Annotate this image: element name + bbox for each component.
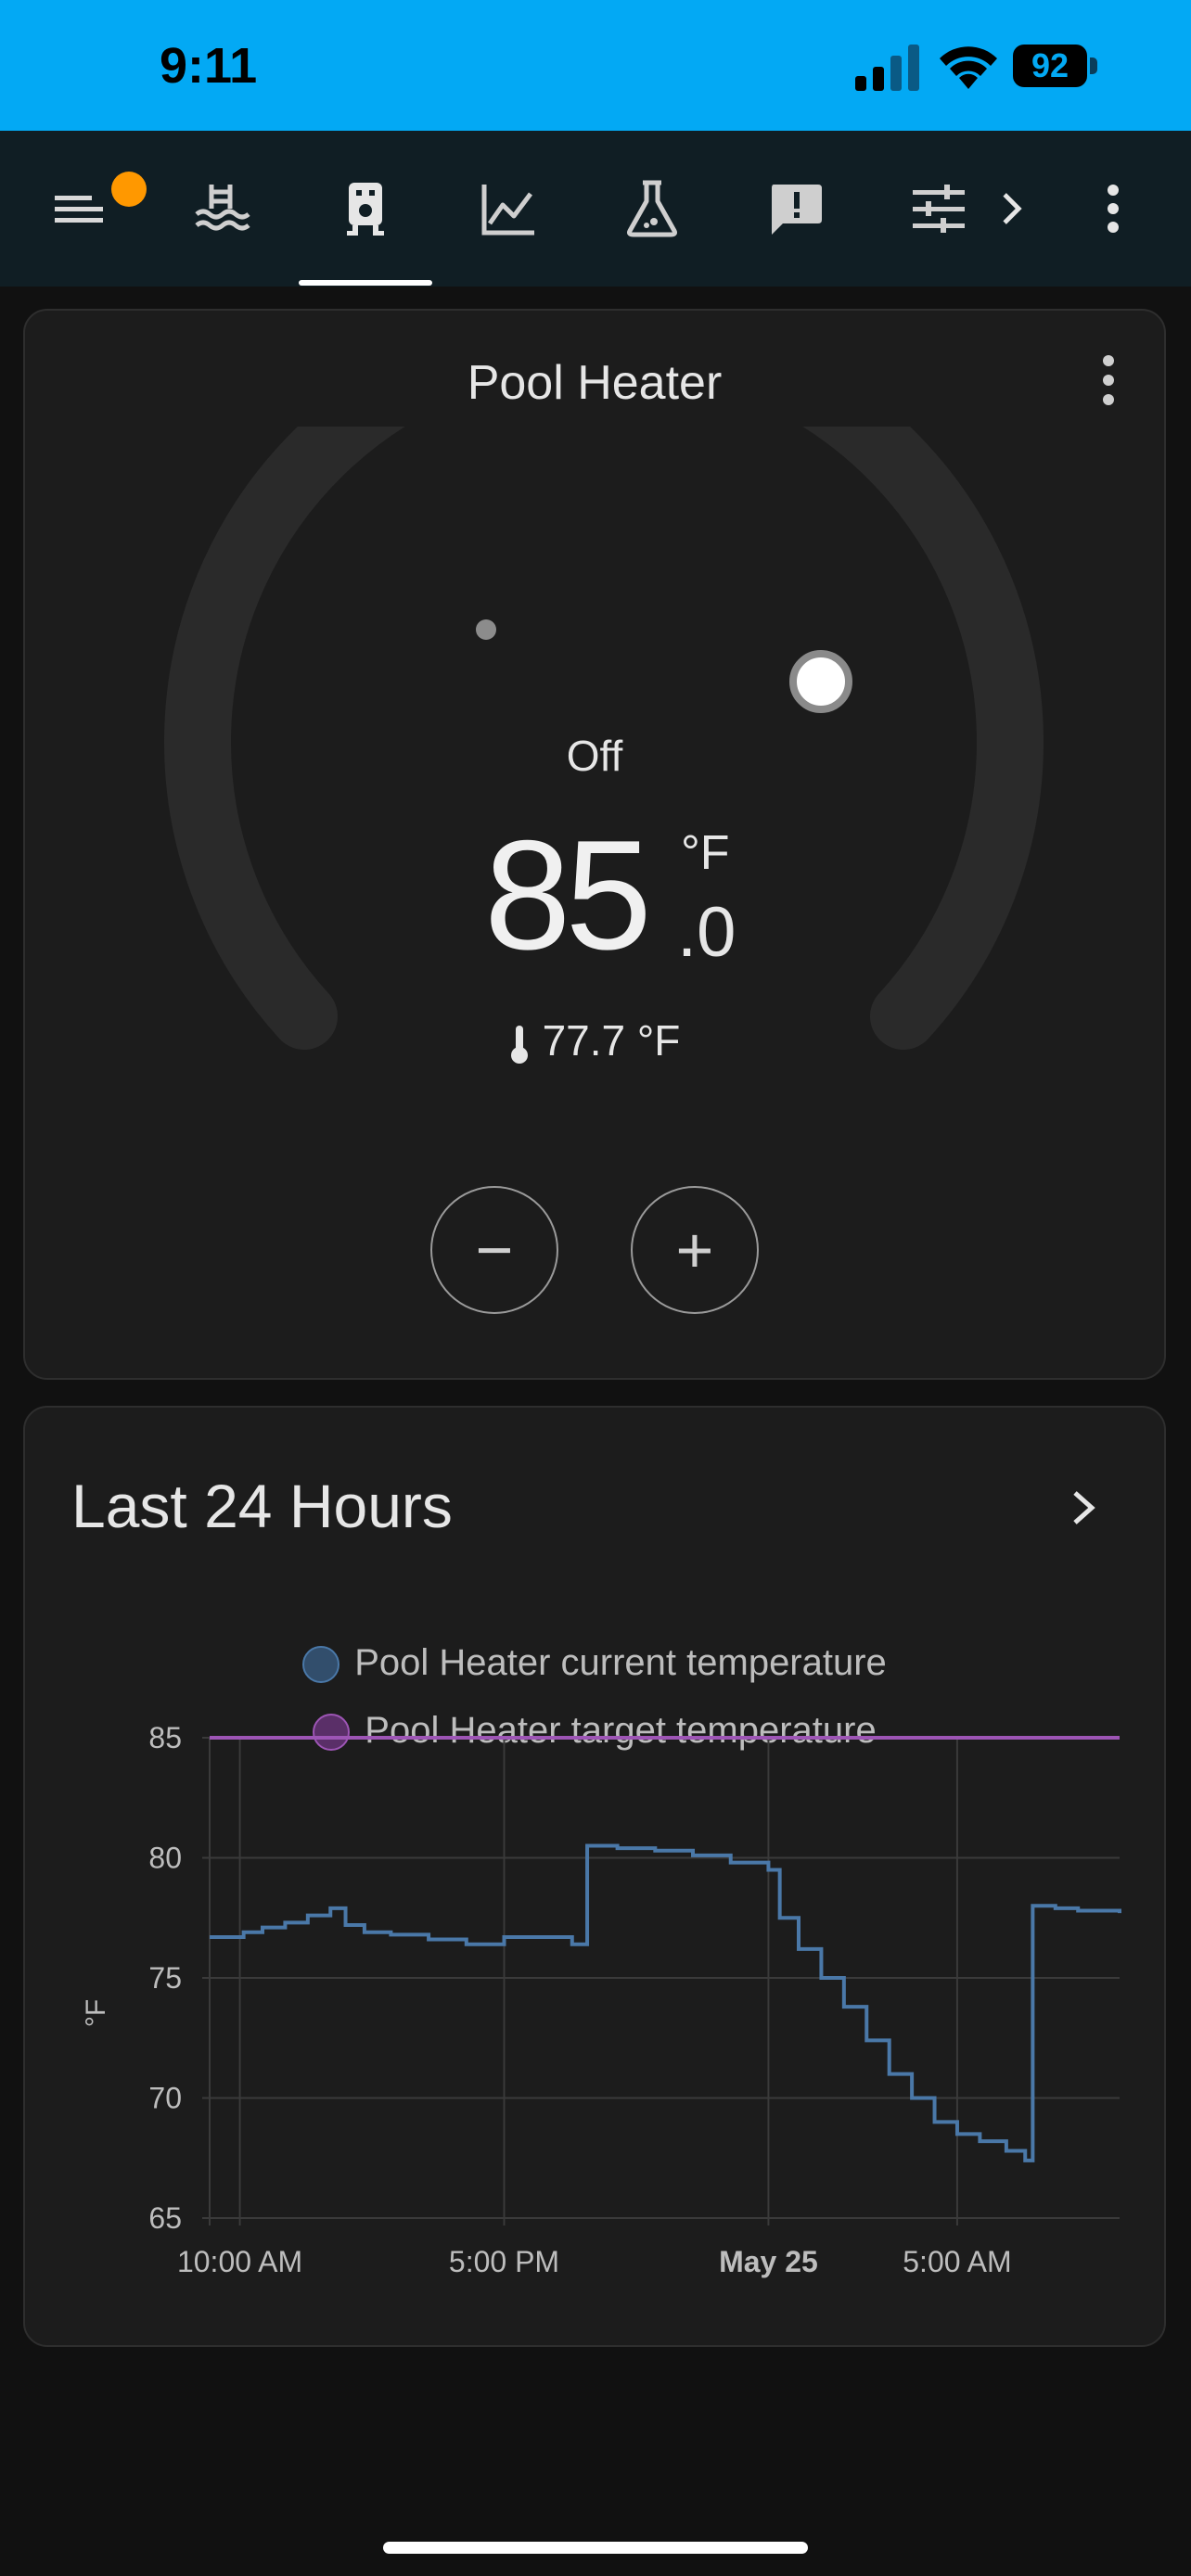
more-dot [1103,394,1114,405]
increase-temperature-button[interactable]: + [631,1186,759,1314]
status-time: 9:11 [160,38,258,94]
tab-history[interactable] [457,131,559,287]
y-tick-label: 65 [148,2201,182,2235]
thermostat-card: Pool Heater Off 85 °F .0 77.7 °F − + [23,309,1166,1380]
overflow-menu-button[interactable] [1062,131,1164,287]
tab-pool[interactable] [172,131,274,287]
minus-icon: − [475,1214,514,1286]
decrease-temperature-button[interactable]: − [430,1186,558,1314]
battery-tip [1090,57,1097,74]
target-temperature: 85 °F .0 [484,816,762,974]
hvac-mode: Off [566,732,623,780]
tab-alerts[interactable] [745,131,847,287]
alert-icon [772,185,822,235]
y-tick-label: 70 [148,2082,182,2115]
scroll-tabs-right-button[interactable] [969,131,1053,287]
tab-chemistry[interactable] [601,131,703,287]
pool-icon [195,185,250,231]
target-decimal: .0 [677,893,736,972]
x-tick-label: May 25 [719,2245,818,2278]
plus-icon: + [675,1214,714,1286]
active-tab-indicator [299,280,432,286]
status-bar: 9:11 92 [0,0,1191,131]
y-tick-label: 80 [148,1842,182,1875]
history-card: Last 24 Hours Pool Heater current temper… [23,1406,1166,2347]
cellular-signal-icon [855,45,919,91]
target-integer: 85 [484,808,652,982]
x-tick-label: 5:00 AM [903,2245,1011,2278]
more-dot [1103,375,1114,386]
tab-water-heater[interactable] [314,131,416,287]
setpoint-handle [789,650,852,713]
notification-dot [111,172,147,207]
current-temperature: 77.7 °F [25,1015,1164,1065]
current-temperature-value: 77.7 °F [542,1016,681,1065]
history-chart: 85 80 75 70 65 10:00 AM 5:00 PM May 25 5:00 AM °… [81,1721,1121,2278]
more-vert-icon [1108,185,1119,233]
chevron-right-icon [1003,193,1022,224]
water-heater-icon [347,183,384,236]
x-tick-label: 5:00 PM [449,2245,559,2278]
current-temperature-marker [476,619,496,640]
y-axis-label: °F [81,1999,111,2027]
card-more-button[interactable] [1097,355,1120,411]
x-tick-label: 10:00 AM [177,2245,302,2278]
y-tick-label: 85 [148,1721,182,1754]
more-dot [1103,355,1114,366]
wifi-icon [940,46,997,89]
chart-line-icon [481,185,534,236]
menu-button[interactable] [28,131,147,287]
battery-level: 92 [1013,45,1087,87]
battery-icon: 92 [1013,45,1098,91]
thermometer-icon [510,1025,528,1064]
target-unit: °F [681,826,730,880]
home-indicator [383,2542,808,2554]
menu-icon [55,196,103,223]
thermostat-title: Pool Heater [467,356,723,410]
series-line-current-temperature [210,1843,1121,2162]
app-toolbar [0,131,1191,287]
flask-icon [627,180,677,237]
tune-icon [913,185,965,233]
y-tick-label: 75 [148,1961,182,1995]
